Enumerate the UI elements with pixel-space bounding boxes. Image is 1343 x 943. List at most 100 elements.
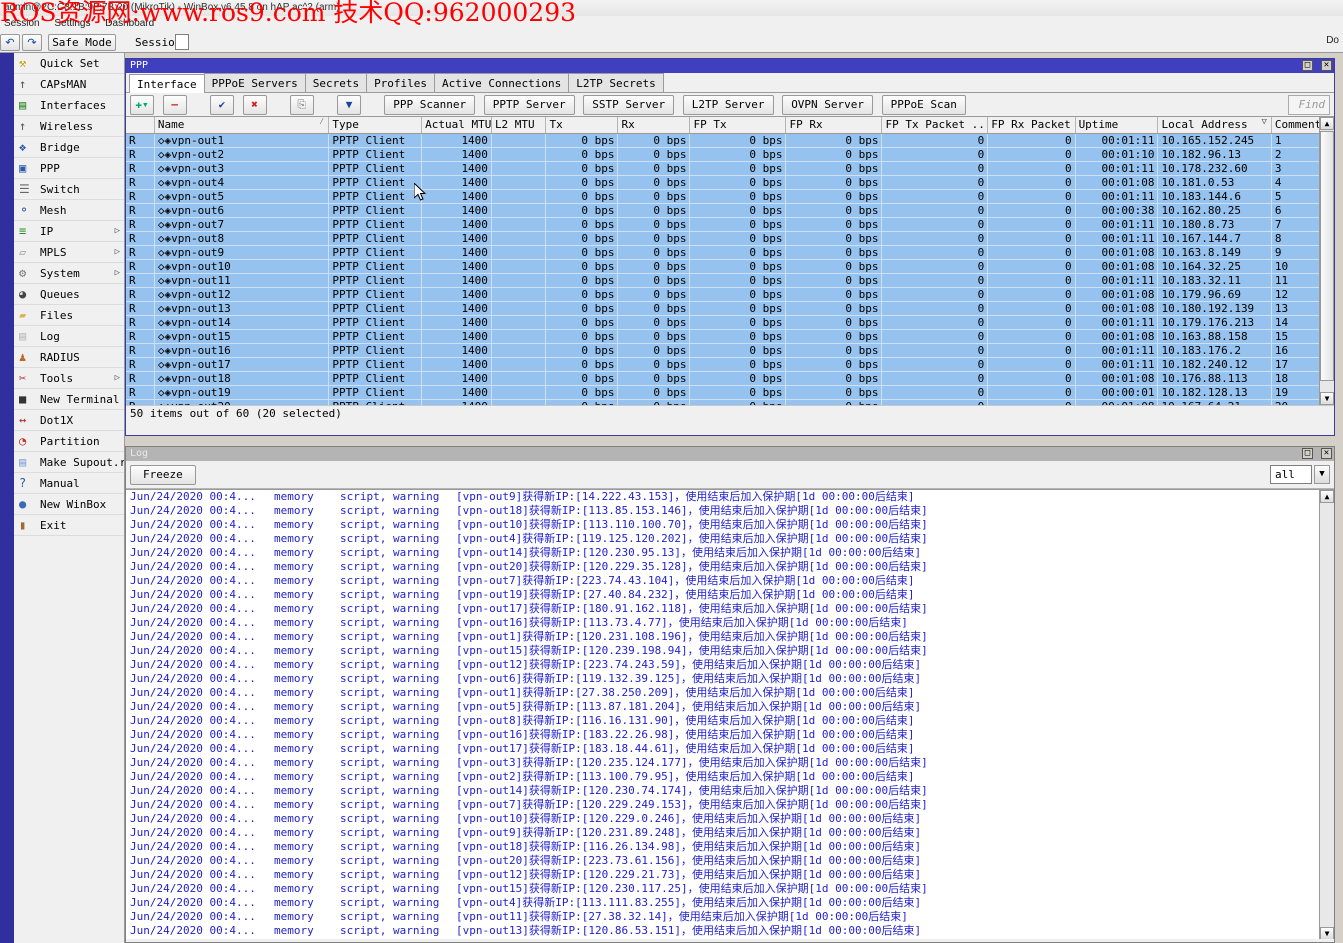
sstp-server-button[interactable]: SSTP Server xyxy=(583,95,675,115)
sidebar-item-tools[interactable]: ✂ Tools ▷ xyxy=(14,368,124,389)
sidebar-item-capsman[interactable]: ↑ CAPsMAN xyxy=(14,74,124,95)
log-entry[interactable]: Jun/24/2020 00:4... memory script, warning… xyxy=(126,644,1319,658)
column-header-l2-mtu[interactable]: L2 MTU xyxy=(491,117,547,134)
l2tp-server-button[interactable]: L2TP Server xyxy=(682,95,774,115)
sidebar-item-partition[interactable]: ◔ Partition xyxy=(14,431,124,452)
log-entry[interactable]: Jun/24/2020 00:4... memory script, warning… xyxy=(126,532,1319,546)
log-entry[interactable]: Jun/24/2020 00:4... memory script, warning… xyxy=(126,700,1319,714)
column-header-comment[interactable]: Comment xyxy=(1271,117,1321,134)
log-entry[interactable]: Jun/24/2020 00:4... memory script, warning… xyxy=(126,924,1319,938)
table-row[interactable]: R ◇◈vpn-out12 PPTP Client 1400 0 bps 0 bps 0 b… xyxy=(126,287,1321,302)
menu-settings[interactable]: Settings xyxy=(50,18,98,29)
log-vertical-scrollbar[interactable]: ▲ ▼ xyxy=(1319,490,1334,939)
sidebar-menu[interactable]: ⚒ Quick Set ↑ CAPsMAN ▤ Interfaces ↑ Wireless ❖ B… xyxy=(14,53,125,943)
table-row[interactable]: R ◇◈vpn-out3 PPTP Client 1400 0 bps 0 bps 0 bp… xyxy=(126,161,1321,176)
sidebar-item-new-winbox[interactable]: ● New WinBox xyxy=(14,494,124,515)
sidebar-item-files[interactable]: ▰ Files xyxy=(14,305,124,326)
sidebar-item-switch[interactable]: ☰ Switch xyxy=(14,179,124,200)
table-row[interactable]: R ◇◈vpn-out16 PPTP Client 1400 0 bps 0 bps 0 b… xyxy=(126,343,1321,358)
log-entry[interactable]: Jun/24/2020 00:4... memory script, warning… xyxy=(126,714,1319,728)
log-entry[interactable]: Jun/24/2020 00:4... memory script, warning… xyxy=(126,518,1319,532)
pppoe-scan-button[interactable]: PPPoE Scan xyxy=(881,95,966,115)
scroll-down-icon[interactable]: ▼ xyxy=(1320,392,1334,405)
ppp-tabs[interactable]: Interface PPPoE Servers Secrets Profiles Act… xyxy=(126,73,1334,94)
sidebar-item-make-supout-rif[interactable]: ▤ Make Supout.rif xyxy=(14,452,124,473)
sidebar-item-interfaces[interactable]: ▤ Interfaces xyxy=(14,95,124,116)
sidebar-item-mpls[interactable]: ▱ MPLS ▷ xyxy=(14,242,124,263)
sidebar-item-ppp[interactable]: ▣ PPP xyxy=(14,158,124,179)
enable-button[interactable]: ✔ xyxy=(209,95,234,115)
table-vertical-scrollbar[interactable]: ▲ ▼ xyxy=(1319,117,1334,405)
table-row[interactable]: R ◇◈vpn-out6 PPTP Client 1400 0 bps 0 bps 0 bp… xyxy=(126,203,1321,218)
scroll-up-icon[interactable]: ▲ xyxy=(1320,117,1334,130)
log-entry[interactable]: Jun/24/2020 00:4... memory script, warning… xyxy=(126,504,1319,518)
log-row-list[interactable]: Jun/24/2020 00:4... memory script, warning… xyxy=(126,490,1319,938)
close-icon[interactable]: ✕ xyxy=(1321,60,1332,71)
table-body[interactable]: R ◇◈vpn-out1 PPTP Client 1400 0 bps 0 bps 0 bp… xyxy=(126,133,1321,405)
find-input[interactable]: Find xyxy=(1288,95,1330,115)
column-header-fp-tx-packet[interactable]: FP Tx Packet ... xyxy=(881,117,989,134)
sidebar-item-system[interactable]: ⚙ System ▷ xyxy=(14,263,124,284)
table-header-row[interactable]: Name ⁄ Type Actual MTU L2 MTU Tx Rx FP Tx FP Rx F… xyxy=(126,117,1321,134)
sidebar-item-log[interactable]: ▤ Log xyxy=(14,326,124,347)
table-row[interactable]: R ◇◈vpn-out14 PPTP Client 1400 0 bps 0 bps 0 b… xyxy=(126,315,1321,330)
table-row[interactable]: R ◇◈vpn-out19 PPTP Client 1400 0 bps 0 bps 0 b… xyxy=(126,385,1321,400)
sidebar-item-exit[interactable]: ▮ Exit xyxy=(14,515,124,536)
log-entry[interactable]: Jun/24/2020 00:4... memory script, warning… xyxy=(126,798,1319,812)
tab-l2tp-secrets[interactable]: L2TP Secrets xyxy=(568,73,664,92)
log-entry[interactable]: Jun/24/2020 00:4... memory script, warning… xyxy=(126,826,1319,840)
log-entry[interactable]: Jun/24/2020 00:4... memory script, warning… xyxy=(126,742,1319,756)
session-input[interactable] xyxy=(175,34,189,50)
log-entry[interactable]: Jun/24/2020 00:4... memory script, warning… xyxy=(126,574,1319,588)
table-row[interactable]: R ◇◈vpn-out4 PPTP Client 1400 0 bps 0 bps 0 bp… xyxy=(126,175,1321,190)
sidebar-item-new-terminal[interactable]: ■ New Terminal xyxy=(14,389,124,410)
table-row[interactable]: R ◇◈vpn-out13 PPTP Client 1400 0 bps 0 bps 0 b… xyxy=(126,301,1321,316)
log-entry[interactable]: Jun/24/2020 00:4... memory script, warning… xyxy=(126,686,1319,700)
tab-interface[interactable]: Interface xyxy=(129,74,205,94)
log-entry[interactable]: Jun/24/2020 00:4... memory script, warning… xyxy=(126,672,1319,686)
tab-profiles[interactable]: Profiles xyxy=(366,73,436,92)
log-entry[interactable]: Jun/24/2020 00:4... memory script, warning… xyxy=(126,728,1319,742)
scroll-up-icon[interactable]: ▲ xyxy=(1320,490,1334,503)
scroll-down-icon[interactable]: ▼ xyxy=(1320,927,1334,939)
chevron-down-icon[interactable]: ▼ xyxy=(1314,465,1330,484)
sidebar-item-ip[interactable]: ≡ IP ▷ xyxy=(14,221,124,242)
table-row[interactable]: R ◇◈vpn-out17 PPTP Client 1400 0 bps 0 bps 0 b… xyxy=(126,357,1321,372)
sidebar-item-queues[interactable]: ◕ Queues xyxy=(14,284,124,305)
add-button[interactable]: ✚▾ xyxy=(130,95,154,115)
log-entry[interactable]: Jun/24/2020 00:4... memory script, warning… xyxy=(126,658,1319,672)
column-header-fp-rx-packet[interactable]: FP Rx Packet ... xyxy=(987,117,1076,134)
log-entry[interactable]: Jun/24/2020 00:4... memory script, warning… xyxy=(126,784,1319,798)
table-row[interactable]: R◇◈vpn-out20PPTP Client14000 bps0 bps0 b… xyxy=(126,399,1321,405)
column-header-tx[interactable]: Tx xyxy=(545,117,619,134)
column-header-rx[interactable]: Rx xyxy=(617,117,691,134)
table-row[interactable]: R ◇◈vpn-out8 PPTP Client 1400 0 bps 0 bps 0 bp… xyxy=(126,231,1321,246)
log-entry[interactable]: Jun/24/2020 00:4... memory script, warning… xyxy=(126,560,1319,574)
log-filter-select[interactable]: all xyxy=(1270,465,1312,484)
menu-session[interactable]: Session xyxy=(0,18,48,29)
log-entry[interactable]: Jun/24/2020 00:4... memory script, warning… xyxy=(126,630,1319,644)
table-row[interactable]: R ◇◈vpn-out11 PPTP Client 1400 0 bps 0 bps 0 b… xyxy=(126,273,1321,288)
maximize-icon[interactable]: □ xyxy=(1301,60,1313,71)
tab-pppoe-servers[interactable]: PPPoE Servers xyxy=(203,73,306,92)
table-row[interactable]: R ◇◈vpn-out5 PPTP Client 1400 0 bps 0 bps 0 bp… xyxy=(126,189,1321,204)
table-row[interactable]: R ◇◈vpn-out10 PPTP Client 1400 0 bps 0 bps 0 b… xyxy=(126,259,1321,274)
log-entry[interactable]: Jun/24/2020 00:4... memory script, warning… xyxy=(126,602,1319,616)
sidebar-item-wireless[interactable]: ↑ Wireless xyxy=(14,116,124,137)
disable-button[interactable]: ✖ xyxy=(242,95,267,115)
maximize-icon[interactable]: □ xyxy=(1301,448,1313,459)
table-row[interactable]: R ◇◈vpn-out9 PPTP Client 1400 0 bps 0 bps 0 bp… xyxy=(126,245,1321,260)
ppp-scanner-button[interactable]: PPP Scanner xyxy=(384,95,476,115)
column-header-actual-mtu[interactable]: Actual MTU xyxy=(421,117,492,134)
log-entry[interactable]: Jun/24/2020 00:4... memory script, warning… xyxy=(126,616,1319,630)
log-entry[interactable]: Jun/24/2020 00:4... memory script, warning… xyxy=(126,910,1319,924)
log-entry[interactable]: Jun/24/2020 00:4... memory script, warning… xyxy=(126,490,1319,504)
undo-icon[interactable]: ↶ xyxy=(0,34,20,51)
sidebar-item-dot1x[interactable]: ↔ Dot1X xyxy=(14,410,124,431)
column-header-fp-rx[interactable]: FP Rx xyxy=(785,117,883,134)
safe-mode-button[interactable]: Safe Mode xyxy=(48,34,116,51)
log-entry[interactable]: Jun/24/2020 00:4... memory script, warning… xyxy=(126,770,1319,784)
column-header-local-address[interactable]: Local Address ▽ xyxy=(1157,117,1272,134)
column-header-type[interactable]: Type xyxy=(328,117,423,134)
log-entry[interactable]: Jun/24/2020 00:4... memory script, warning… xyxy=(126,812,1319,826)
